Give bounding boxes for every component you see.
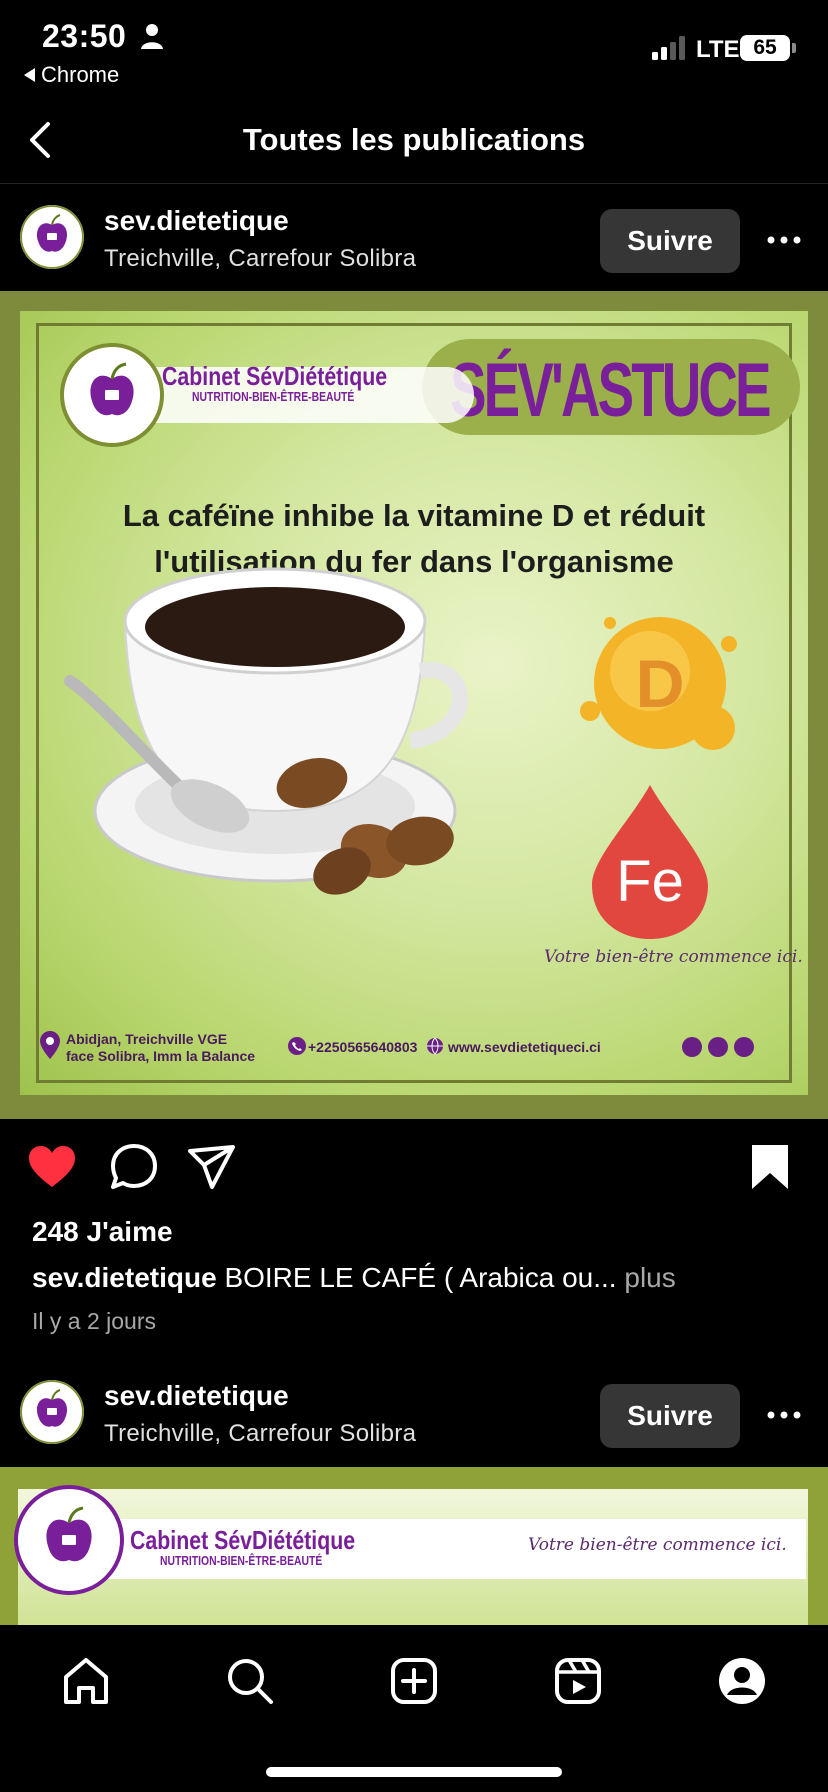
iron-drop-illustration: Fe	[592, 785, 708, 939]
battery-indicator: 65	[740, 35, 796, 61]
brand-name: Cabinet SévDiététique	[162, 361, 388, 391]
follow-button[interactable]: Suivre	[600, 1384, 740, 1448]
apple-logo-icon	[90, 362, 134, 416]
post-timestamp: Il y a 2 jours	[32, 1308, 156, 1334]
network-type: LTE	[696, 36, 740, 63]
avatar[interactable]	[20, 205, 84, 269]
post-caption[interactable]: sev.dietetique BOIRE LE CAFÉ ( Arabica o…	[32, 1262, 676, 1294]
image-slogan: Votre bien-être commence ici.	[528, 1535, 787, 1555]
coffee-cup-illustration	[64, 567, 468, 895]
contact-strip: Abidjan, Treichville VGE face Solibra, I…	[40, 1031, 788, 1071]
more-options-icon[interactable]	[764, 1400, 804, 1430]
post-image[interactable]: SÉV'ASTUCE Cabinet SévDiététique NUTRITI…	[0, 291, 828, 1119]
follow-button[interactable]: Suivre	[600, 209, 740, 273]
iron-label: Fe	[616, 849, 684, 914]
caption-more-link[interactable]: plus	[624, 1262, 675, 1293]
home-icon[interactable]	[60, 1655, 112, 1707]
search-icon[interactable]	[224, 1655, 276, 1707]
globe-icon	[427, 1037, 443, 1055]
post-username[interactable]: sev.dietetique	[104, 205, 289, 237]
status-time: 23:50	[42, 18, 127, 54]
profile-icon[interactable]	[716, 1655, 768, 1707]
post-header: sev.dietetique Treichville, Carrefour So…	[0, 185, 828, 291]
post-username[interactable]: sev.dietetique	[104, 1380, 289, 1412]
phone-number: +2250565640803	[308, 1039, 418, 1055]
tag-title: SÉV'ASTUCE	[450, 348, 772, 433]
likes-count[interactable]: 248 J'aime	[32, 1216, 173, 1248]
comment-icon[interactable]	[108, 1141, 160, 1193]
avatar[interactable]	[20, 1380, 84, 1444]
person-icon	[141, 24, 163, 49]
social-icons	[682, 1037, 754, 1057]
nav-bar: Toutes les publications	[0, 96, 828, 184]
apple-logo-icon	[46, 1506, 92, 1562]
address-line-2: face Solibra, Imm la Balance	[66, 1048, 256, 1064]
facebook-icon	[682, 1037, 702, 1057]
apple-logo-icon	[20, 1380, 84, 1444]
back-app-label: Chrome	[41, 62, 120, 87]
tab-bar	[0, 1625, 828, 1792]
back-triangle-icon	[24, 68, 35, 82]
post-location[interactable]: Treichville, Carrefour Solibra	[104, 1420, 416, 1448]
signal-icon	[652, 36, 685, 60]
brand-tagline: NUTRITION-BIEN-ÊTRE-BEAUTÉ	[160, 1553, 323, 1568]
post-image-canvas: SÉV'ASTUCE Cabinet SévDiététique NUTRITI…	[20, 311, 808, 1095]
brand-name: Cabinet SévDiététique	[130, 1525, 356, 1555]
brand-logo	[14, 1485, 124, 1595]
vitamin-d-illustration: D	[580, 617, 737, 750]
image-slogan: Votre bien-être commence ici.	[544, 947, 803, 967]
headline-line-1: La caféïne inhibe la vitamine D et rédui…	[122, 498, 706, 533]
more-options-icon[interactable]	[764, 225, 804, 255]
post-location[interactable]: Treichville, Carrefour Solibra	[104, 245, 416, 273]
post-actions	[0, 1119, 828, 1215]
phone-icon	[288, 1037, 306, 1055]
brand-tagline: NUTRITION-BIEN-ÊTRE-BEAUTÉ	[192, 389, 355, 404]
whatsapp-icon	[708, 1037, 728, 1057]
status-bar: 23:50 Chrome LTE 65	[0, 0, 828, 96]
back-to-app-link[interactable]: Chrome	[24, 62, 119, 88]
reels-icon[interactable]	[552, 1655, 604, 1707]
caption-username[interactable]: sev.dietetique	[32, 1262, 217, 1293]
instagram-icon	[734, 1037, 754, 1057]
vitamin-d-label: D	[635, 646, 684, 722]
bookmark-icon[interactable]	[744, 1141, 796, 1193]
post-header: sev.dietetique Treichville, Carrefour So…	[0, 1360, 828, 1466]
apple-logo-icon	[20, 205, 84, 269]
create-icon[interactable]	[388, 1655, 440, 1707]
share-icon[interactable]	[186, 1141, 238, 1193]
post-image[interactable]: Cabinet SévDiététique NUTRITION-BIEN-ÊTR…	[0, 1467, 828, 1625]
heart-icon[interactable]	[26, 1141, 78, 1193]
address-line-1: Abidjan, Treichville VGE	[66, 1031, 228, 1047]
page-title: Toutes les publications	[242, 122, 586, 157]
location-pin-icon	[40, 1031, 60, 1059]
brand-logo	[60, 343, 164, 447]
website: www.sevdietetiqueci.ci	[448, 1039, 601, 1055]
home-indicator	[266, 1767, 562, 1777]
caption-text: BOIRE LE CAFÉ ( Arabica ou...	[224, 1262, 617, 1293]
address: Abidjan, Treichville VGE face Solibra, I…	[66, 1031, 255, 1065]
